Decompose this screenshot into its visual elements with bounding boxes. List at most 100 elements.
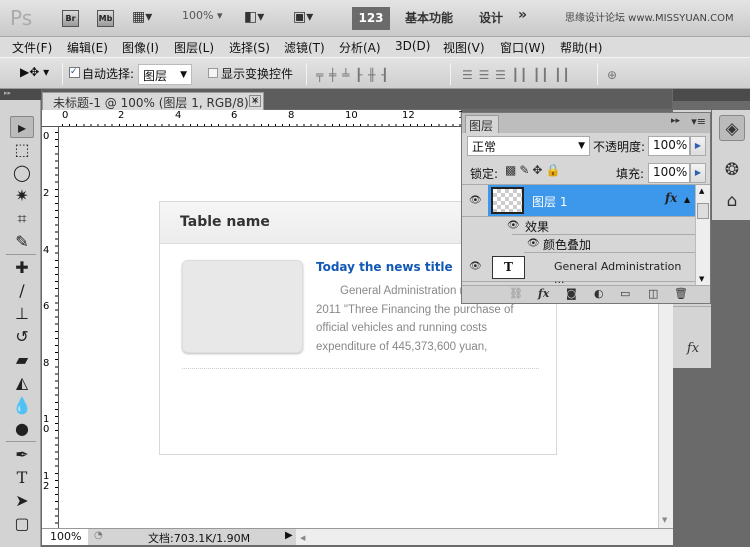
- shape-tool-icon[interactable]: ▢: [10, 513, 34, 535]
- opacity-input[interactable]: 100%: [648, 136, 690, 156]
- layers-scrollbar[interactable]: ▲ ▼: [695, 185, 710, 285]
- layers-panel: ▸▸ ▾≡ 图层 正常 ▼ 不透明度: 100% ▶ 锁定: ▩✎✥🔒 填充: 1…: [461, 112, 711, 304]
- menu-view[interactable]: 视图(V): [443, 39, 485, 56]
- scroll-down-icon[interactable]: ▼: [662, 516, 667, 524]
- add-mask-icon[interactable]: ◙: [566, 287, 577, 300]
- horizontal-scrollbar[interactable]: ◀: [296, 529, 673, 545]
- document-tab[interactable]: 未标题-1 @ 100% (图层 1, RGB/8) * ×: [42, 92, 264, 110]
- fill-label: 填充:: [616, 167, 645, 181]
- workspace-essentials[interactable]: 基本功能: [405, 9, 453, 26]
- toolbox-collapse-icon[interactable]: ▸▸: [0, 89, 41, 100]
- auto-select-dropdown[interactable]: 图层 ▼: [138, 64, 192, 85]
- layer-row-text[interactable]: 👁 T General Administration ...: [462, 253, 695, 286]
- screen-mode-icon[interactable]: ▣▾: [293, 9, 313, 25]
- watermark: 思缘设计论坛 www.MISSYUAN.COM: [565, 13, 734, 24]
- distribute-icons[interactable]: ☰ ☰ ☰ ┃┃ ┃┃ ┃┃: [462, 68, 571, 82]
- cs-live-badge[interactable]: 123: [352, 7, 390, 30]
- blend-mode-dropdown[interactable]: 正常 ▼: [467, 136, 590, 156]
- ruler-label: 6: [231, 110, 238, 121]
- menu-edit[interactable]: 编辑(E): [67, 39, 108, 56]
- view-extras-icon[interactable]: ▦▾: [132, 9, 152, 25]
- layers-tab[interactable]: 图层: [465, 115, 499, 133]
- zoom-level-dropdown[interactable]: 100% ▾: [182, 9, 222, 22]
- visibility-eye-icon[interactable]: 👁: [469, 195, 482, 206]
- layer-row-layer1[interactable]: 👁 图层 1 fx ▲: [462, 185, 695, 217]
- new-group-icon[interactable]: ▭: [620, 287, 630, 300]
- blend-mode-value: 正常: [472, 140, 497, 154]
- ruler-label: 6: [43, 301, 50, 312]
- move-tool-icon[interactable]: ▸: [10, 116, 34, 138]
- menu-layer[interactable]: 图层(L): [174, 39, 214, 56]
- fill-slider-button[interactable]: ▶: [690, 163, 706, 183]
- menu-file[interactable]: 文件(F): [12, 39, 52, 56]
- link-layers-icon[interactable]: ⛓: [509, 287, 523, 300]
- show-transform-label: 显示变换控件: [221, 67, 294, 81]
- news-title: Today the news title: [316, 260, 453, 274]
- history-brush-tool-icon[interactable]: ↺: [10, 326, 34, 348]
- zoom-field[interactable]: 100%: [42, 529, 88, 545]
- healing-brush-tool-icon[interactable]: ✚: [10, 257, 34, 279]
- paint-bucket-tool-icon[interactable]: ◭: [10, 372, 34, 394]
- path-selection-tool-icon[interactable]: ➤: [10, 490, 34, 512]
- auto-align-icon[interactable]: ⊕: [607, 68, 618, 82]
- visibility-eye-icon[interactable]: 👁: [527, 238, 540, 249]
- divider: [6, 441, 36, 442]
- mini-bridge-button[interactable]: Mb: [97, 10, 114, 27]
- visibility-eye-icon[interactable]: 👁: [507, 220, 520, 231]
- collapse-panel-icon[interactable]: ▸▸: [671, 116, 680, 126]
- paths-panel-icon[interactable]: ⌂: [719, 188, 745, 214]
- close-tab-button[interactable]: ×: [249, 95, 261, 107]
- menu-image[interactable]: 图像(I): [122, 39, 159, 56]
- lock-icons[interactable]: ▩✎✥🔒: [505, 163, 563, 177]
- status-info-icon[interactable]: ◔: [94, 530, 103, 541]
- marquee-tool-icon[interactable]: ⬚: [10, 139, 34, 161]
- brush-tool-icon[interactable]: /: [10, 280, 34, 302]
- ruler-label: 8: [288, 110, 295, 121]
- add-style-icon[interactable]: fx: [538, 287, 549, 300]
- auto-select-checkbox[interactable]: ✓: [69, 67, 80, 78]
- panel-menu-icon[interactable]: ▾≡: [691, 115, 706, 128]
- bridge-button[interactable]: Br: [62, 10, 79, 27]
- lasso-tool-icon[interactable]: ◯: [10, 162, 34, 184]
- fill-input[interactable]: 100%: [648, 163, 690, 183]
- fx-badge[interactable]: fx: [665, 191, 677, 205]
- delete-layer-icon[interactable]: 🗑: [674, 287, 688, 300]
- arrange-documents-icon[interactable]: ◧▾: [244, 9, 264, 25]
- ruler-label: 10: [43, 414, 50, 435]
- ruler-label: 8: [43, 358, 50, 369]
- align-edges-icons[interactable]: ╤ ╪ ╧ ┠ ╫ ┨: [316, 68, 389, 82]
- clone-stamp-tool-icon[interactable]: ⊥: [10, 303, 34, 325]
- styles-panel-icon[interactable]: fx: [680, 336, 706, 362]
- pen-tool-icon[interactable]: ✒: [10, 444, 34, 466]
- menu-3d[interactable]: 3D(D): [395, 39, 430, 53]
- magic-wand-tool-icon[interactable]: ✷: [10, 185, 34, 207]
- adjustment-layer-icon[interactable]: ◐: [594, 287, 604, 300]
- expand-effects-icon[interactable]: ▲: [684, 195, 690, 204]
- menu-help[interactable]: 帮助(H): [560, 39, 602, 56]
- status-menu-arrow-icon[interactable]: ▶: [285, 530, 293, 541]
- show-transform-checkbox[interactable]: [208, 68, 218, 78]
- color-overlay-row[interactable]: 👁 颜色叠加: [524, 235, 695, 253]
- horizontal-ruler: 0 2 4 6 8 10 12 1: [42, 110, 464, 127]
- new-layer-icon[interactable]: ◫: [648, 287, 658, 300]
- workspace-design[interactable]: 设计: [479, 9, 503, 26]
- menu-select[interactable]: 选择(S): [229, 39, 270, 56]
- channels-panel-icon[interactable]: ❂: [719, 157, 745, 183]
- effects-row[interactable]: 👁 效果: [507, 217, 695, 235]
- blur-tool-icon[interactable]: 💧: [10, 395, 34, 417]
- type-tool-icon[interactable]: T: [10, 467, 34, 489]
- menu-window[interactable]: 窗口(W): [500, 39, 545, 56]
- crop-tool-icon[interactable]: ⌗: [10, 208, 34, 230]
- menu-filter[interactable]: 滤镜(T): [284, 39, 325, 56]
- layers-panel-icon[interactable]: ◈: [719, 115, 745, 141]
- eraser-tool-icon[interactable]: ▰: [10, 349, 34, 371]
- more-workspaces-button[interactable]: »: [518, 7, 527, 23]
- opacity-slider-button[interactable]: ▶: [690, 136, 706, 156]
- visibility-eye-icon[interactable]: 👁: [469, 261, 482, 272]
- menu-analysis[interactable]: 分析(A): [339, 39, 381, 56]
- move-tool-preset-icon[interactable]: ▶✥ ▾: [20, 65, 49, 79]
- dodge-tool-icon[interactable]: ●: [10, 418, 34, 440]
- eyedropper-tool-icon[interactable]: ✎: [10, 231, 34, 253]
- ruler-label: 12: [402, 110, 415, 121]
- ruler-label: 12: [43, 471, 50, 492]
